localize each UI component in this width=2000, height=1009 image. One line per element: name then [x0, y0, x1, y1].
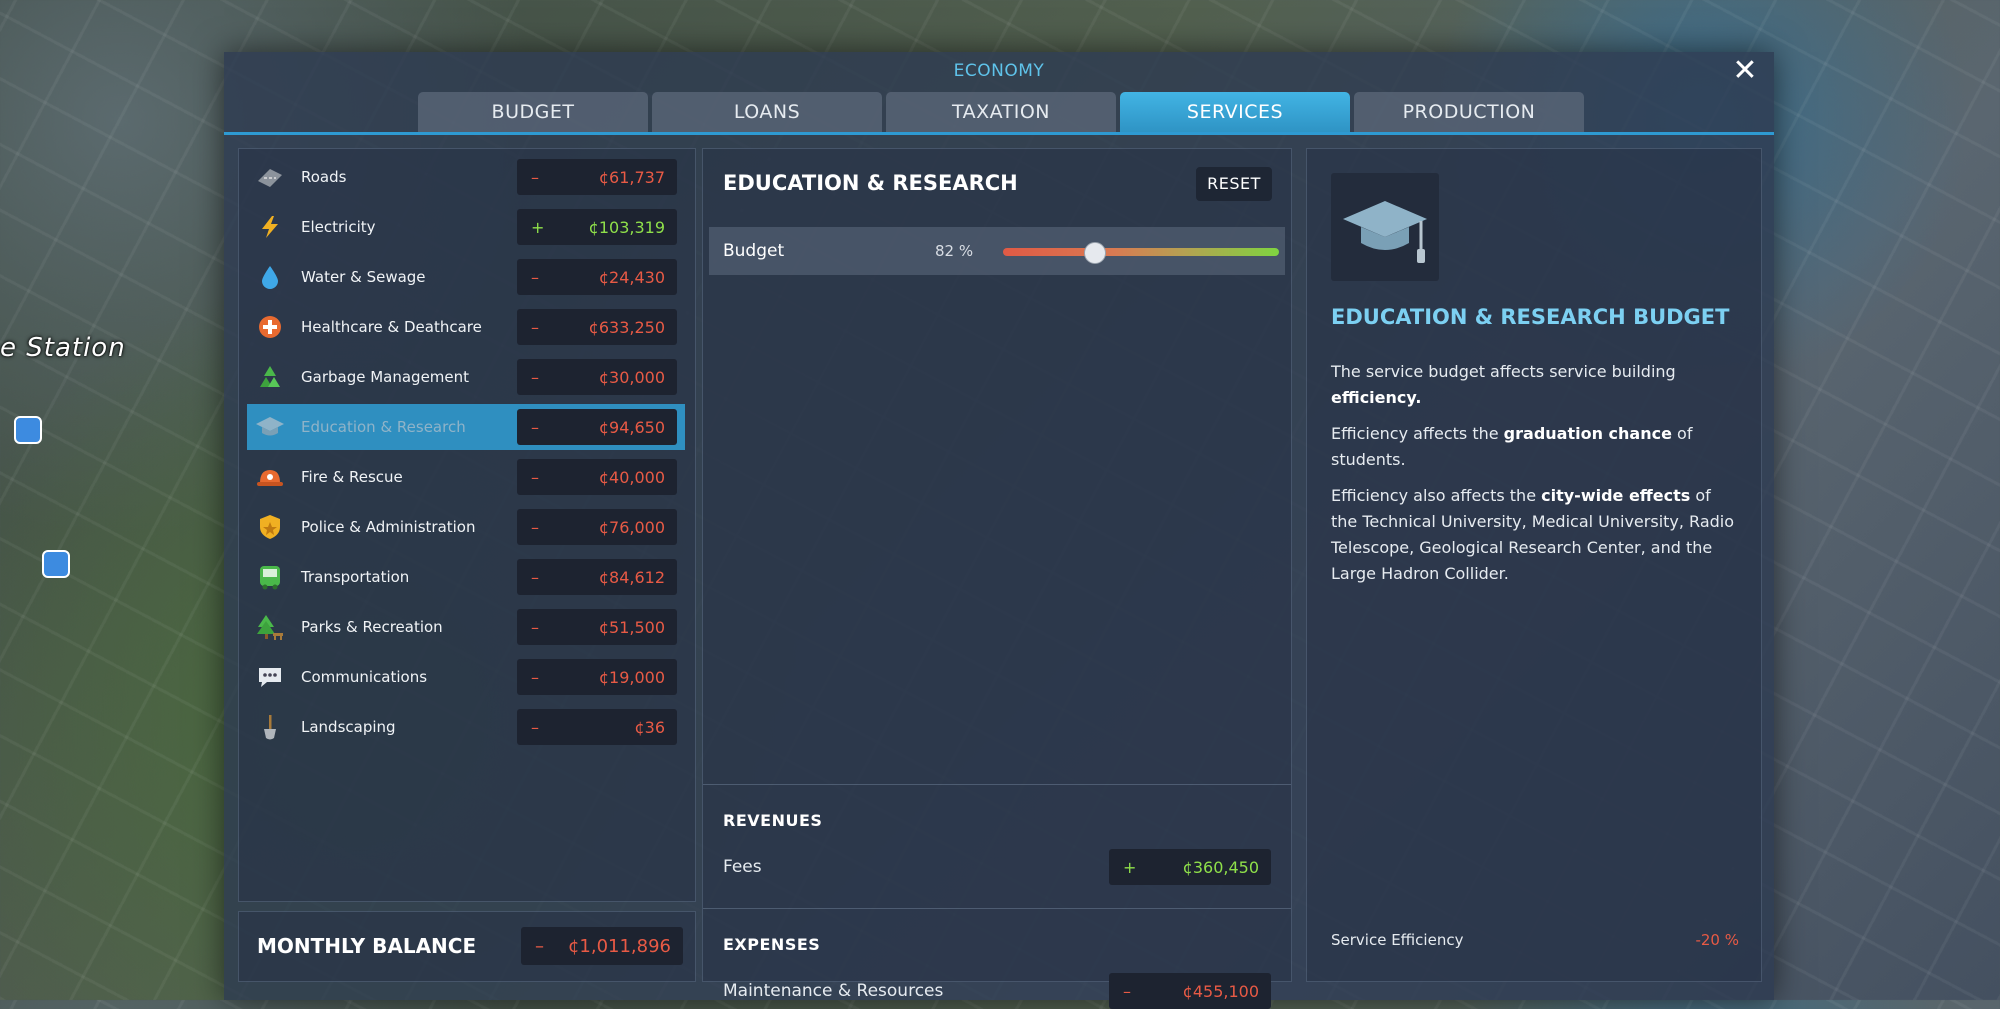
detail-title: EDUCATION & RESEARCH	[723, 171, 1018, 195]
tab-services[interactable]: SERVICES	[1120, 92, 1350, 133]
service-item-garbage[interactable]: Garbage Management – ¢30,000	[247, 354, 685, 400]
economy-window: ECONOMY ✕ BUDGET LOANS TAXATION SERVICES…	[224, 52, 1774, 1009]
roads-icon	[255, 162, 285, 192]
tree-icon	[255, 612, 285, 642]
service-efficiency-value: -20 %	[1695, 931, 1739, 949]
window-title: ECONOMY	[953, 61, 1045, 81]
budget-slider[interactable]	[1003, 242, 1279, 264]
tab-budget[interactable]: BUDGET	[418, 92, 648, 133]
budget-label: Budget	[723, 241, 785, 261]
service-item-roads[interactable]: Roads – ¢61,737	[247, 154, 685, 200]
lightning-icon	[255, 212, 285, 242]
tab-loans[interactable]: LOANS	[652, 92, 882, 133]
tab-taxation[interactable]: TAXATION	[886, 92, 1116, 133]
service-item-landscaping[interactable]: Landscaping – ¢36	[247, 704, 685, 750]
service-item-healthcare[interactable]: Healthcare & Deathcare – ¢633,250	[247, 304, 685, 350]
service-detail-panel: EDUCATION & RESEARCH RESET Budget 82 % R…	[702, 148, 1292, 1009]
maintenance-label: Maintenance & Resources	[723, 981, 944, 1001]
service-value: – ¢633,250	[517, 309, 677, 345]
info-paragraph-2: Efficiency affects the graduation chance…	[1331, 424, 1693, 469]
budget-row: Budget 82 %	[709, 227, 1285, 275]
service-value: – ¢24,430	[517, 259, 677, 295]
monthly-balance-value: – ¢1,011,896	[521, 927, 683, 965]
tab-production[interactable]: PRODUCTION	[1354, 92, 1584, 133]
fees-label: Fees	[723, 857, 762, 877]
budget-percent: 82 %	[935, 242, 974, 260]
service-value: – ¢40,000	[517, 459, 677, 495]
fees-value: + ¢360,450	[1109, 849, 1271, 885]
map-location-pin-icon[interactable]	[42, 550, 70, 578]
service-value: – ¢30,000	[517, 359, 677, 395]
chat-bubble-icon	[255, 662, 285, 692]
tab-underline	[224, 132, 1774, 135]
water-drop-icon	[255, 262, 285, 292]
service-item-water-sewage[interactable]: Water & Sewage – ¢24,430	[247, 254, 685, 300]
bus-icon	[255, 562, 285, 592]
service-value: + ¢103,319	[517, 209, 677, 245]
divider	[703, 784, 1291, 785]
monthly-balance-panel: MONTHLY BALANCE – ¢1,011,896	[238, 911, 696, 982]
expenses-heading: EXPENSES	[723, 935, 821, 954]
service-value: – ¢94,650	[517, 409, 677, 445]
budget-slider-handle[interactable]	[1084, 242, 1107, 264]
map-station-label: e Station	[0, 333, 126, 363]
info-paragraph-1: The service budget affects service build…	[1331, 362, 1676, 407]
maintenance-value: – ¢455,100	[1109, 973, 1271, 1009]
map-location-pin-icon[interactable]	[14, 416, 42, 444]
service-item-electricity[interactable]: Electricity + ¢103,319	[247, 204, 685, 250]
service-item-parks[interactable]: Parks & Recreation – ¢51,500	[247, 604, 685, 650]
service-value: – ¢19,000	[517, 659, 677, 695]
service-value: – ¢36	[517, 709, 677, 745]
service-item-education[interactable]: Education & Research – ¢94,650	[247, 404, 685, 450]
info-panel: EDUCATION & RESEARCH BUDGET The service …	[1306, 148, 1762, 982]
service-value: – ¢84,612	[517, 559, 677, 595]
shovel-icon	[255, 712, 285, 742]
service-efficiency-label: Service Efficiency	[1331, 931, 1464, 949]
divider	[703, 908, 1291, 909]
recycle-icon	[255, 362, 285, 392]
service-item-police[interactable]: Police & Administration – ¢76,000	[247, 504, 685, 550]
graduation-cap-icon	[1331, 173, 1439, 281]
service-value: – ¢76,000	[517, 509, 677, 545]
graduation-cap-icon	[255, 412, 285, 442]
service-item-transportation[interactable]: Transportation – ¢84,612	[247, 554, 685, 600]
close-icon[interactable]: ✕	[1730, 56, 1760, 86]
monthly-balance-label: MONTHLY BALANCE	[257, 934, 477, 958]
info-title: EDUCATION & RESEARCH BUDGET	[1331, 305, 1730, 329]
fire-helmet-icon	[255, 462, 285, 492]
police-badge-icon	[255, 512, 285, 542]
reset-button[interactable]: RESET	[1196, 167, 1272, 201]
revenues-heading: REVENUES	[723, 811, 823, 830]
service-value: – ¢61,737	[517, 159, 677, 195]
service-item-communications[interactable]: Communications – ¢19,000	[247, 654, 685, 700]
services-list: Roads – ¢61,737 Electricity + ¢103,319 Wat…	[238, 148, 696, 902]
healthcare-icon	[255, 312, 285, 342]
service-item-fire[interactable]: Fire & Rescue – ¢40,000	[247, 454, 685, 500]
service-value: – ¢51,500	[517, 609, 677, 645]
info-paragraph-3: Efficiency also affects the city-wide ef…	[1331, 486, 1735, 583]
tab-bar: BUDGET LOANS TAXATION SERVICES PRODUCTIO…	[418, 92, 1584, 133]
